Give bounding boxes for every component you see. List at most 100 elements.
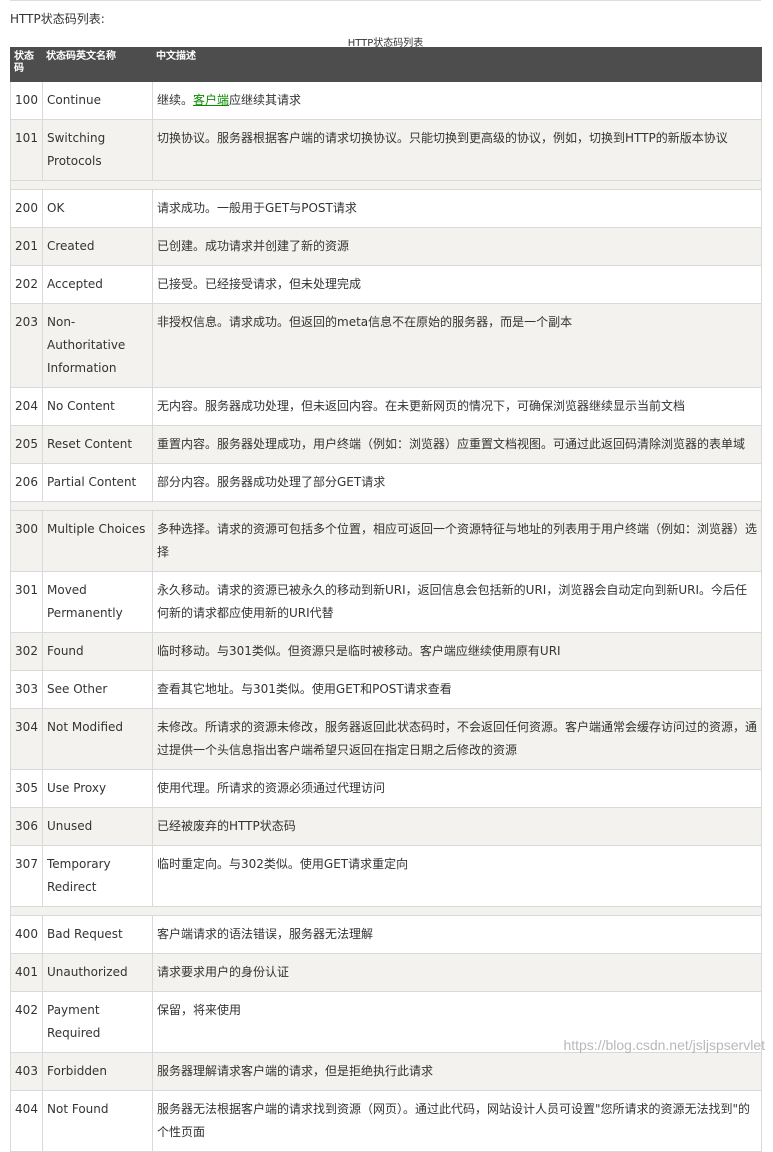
group-spacer <box>10 906 762 916</box>
group-spacer <box>10 180 762 190</box>
status-code: 306 <box>10 807 43 846</box>
table-row: 100 Continue 继续。客户端应继续其请求 <box>10 81 762 120</box>
status-desc: 多种选择。请求的资源可包括多个位置，相应可返回一个资源特征与地址的列表用于用户终… <box>152 510 762 572</box>
status-code: 401 <box>10 953 43 992</box>
status-desc: 切换协议。服务器根据客户端的请求切换协议。只能切换到更高级的协议，例如，切换到H… <box>152 119 762 181</box>
status-code: 304 <box>10 708 43 770</box>
table-row: 206 Partial Content 部分内容。服务器成功处理了部分GET请求 <box>10 463 762 502</box>
status-name: Use Proxy <box>42 769 153 808</box>
top-rule <box>10 0 761 3</box>
status-name: Bad Request <box>42 915 153 954</box>
table-row: 304 Not Modified 未修改。所请求的资源未修改，服务器返回此状态码… <box>10 708 762 770</box>
status-desc: 请求成功。一般用于GET与POST请求 <box>152 189 762 228</box>
header-name: 状态码英文名称 <box>42 47 153 82</box>
status-code: 301 <box>10 571 43 633</box>
table-row: 306 Unused 已经被废弃的HTTP状态码 <box>10 807 762 846</box>
table-row: 403 Forbidden 服务器理解请求客户端的请求，但是拒绝执行此请求 <box>10 1052 762 1091</box>
status-desc: 部分内容。服务器成功处理了部分GET请求 <box>152 463 762 502</box>
intro-text: HTTP状态码列表: <box>10 12 105 26</box>
status-code: 206 <box>10 463 43 502</box>
status-name: Unauthorized <box>42 953 153 992</box>
table-row: 307 Temporary Redirect 临时重定向。与302类似。使用GE… <box>10 845 762 907</box>
status-desc: 重置内容。服务器处理成功，用户终端（例如：浏览器）应重置文档视图。可通过此返回码… <box>152 425 762 464</box>
table-row: 400 Bad Request 客户端请求的语法错误，服务器无法理解 <box>10 915 762 954</box>
header-code: 状态码 <box>10 47 43 82</box>
status-desc: 临时移动。与301类似。但资源只是临时被移动。客户端应继续使用原有URI <box>152 632 762 671</box>
status-name: Payment Required <box>42 991 153 1053</box>
status-code: 200 <box>10 189 43 228</box>
status-name: OK <box>42 189 153 228</box>
header-desc: 中文描述 <box>152 47 762 82</box>
table-row: 301 Moved Permanently 永久移动。请求的资源已被永久的移动到… <box>10 571 762 633</box>
status-desc: 已接受。已经接受请求，但未处理完成 <box>152 265 762 304</box>
status-desc: 永久移动。请求的资源已被永久的移动到新URI，返回信息会包括新的URI，浏览器会… <box>152 571 762 633</box>
status-name: Partial Content <box>42 463 153 502</box>
status-code: 302 <box>10 632 43 671</box>
table-row: 404 Not Found 服务器无法根据客户端的请求找到资源（网页）。通过此代… <box>10 1090 762 1152</box>
status-name: Accepted <box>42 265 153 304</box>
http-status-table: 状态码 状态码英文名称 中文描述 100 Continue 继续。客户端应继续其… <box>10 47 762 1152</box>
table-row: 203 Non-Authoritative Information 非授权信息。… <box>10 303 762 388</box>
table-row: 305 Use Proxy 使用代理。所请求的资源必须通过代理访问 <box>10 769 762 808</box>
status-code: 404 <box>10 1090 43 1152</box>
status-code: 305 <box>10 769 43 808</box>
watermark: https://blog.csdn.net/jsljspservlet <box>563 1037 765 1053</box>
table-row: 401 Unauthorized 请求要求用户的身份认证 <box>10 953 762 992</box>
status-desc: 服务器无法根据客户端的请求找到资源（网页）。通过此代码，网站设计人员可设置"您所… <box>152 1090 762 1152</box>
desc-suffix: 应继续其请求 <box>229 93 302 107</box>
status-code: 203 <box>10 303 43 388</box>
status-name: Forbidden <box>42 1052 153 1091</box>
group-spacer <box>10 501 762 511</box>
status-desc: 非授权信息。请求成功。但返回的meta信息不在原始的服务器，而是一个副本 <box>152 303 762 388</box>
status-name: Unused <box>42 807 153 846</box>
status-desc: 客户端请求的语法错误，服务器无法理解 <box>152 915 762 954</box>
status-code: 205 <box>10 425 43 464</box>
status-name: See Other <box>42 670 153 709</box>
status-code: 204 <box>10 387 43 426</box>
status-desc: 已经被废弃的HTTP状态码 <box>152 807 762 846</box>
status-code: 100 <box>10 81 43 120</box>
status-desc: 使用代理。所请求的资源必须通过代理访问 <box>152 769 762 808</box>
table-row: 302 Found 临时移动。与301类似。但资源只是临时被移动。客户端应继续使… <box>10 632 762 671</box>
status-code: 101 <box>10 119 43 181</box>
status-code: 402 <box>10 991 43 1053</box>
status-name: Continue <box>42 81 153 120</box>
status-desc: 无内容。服务器成功处理，但未返回内容。在未更新网页的情况下，可确保浏览器继续显示… <box>152 387 762 426</box>
status-desc: 临时重定向。与302类似。使用GET请求重定向 <box>152 845 762 907</box>
table-row: 205 Reset Content 重置内容。服务器处理成功，用户终端（例如：浏… <box>10 425 762 464</box>
status-name: Switching Protocols <box>42 119 153 181</box>
status-name: No Content <box>42 387 153 426</box>
status-code: 307 <box>10 845 43 907</box>
table-row: 200 OK 请求成功。一般用于GET与POST请求 <box>10 189 762 228</box>
desc-prefix: 继续。 <box>157 93 194 107</box>
status-name: Multiple Choices <box>42 510 153 572</box>
status-code: 303 <box>10 670 43 709</box>
table-header-row: 状态码 状态码英文名称 中文描述 <box>10 47 762 82</box>
status-name: Created <box>42 227 153 266</box>
status-code: 300 <box>10 510 43 572</box>
status-desc: 请求要求用户的身份认证 <box>152 953 762 992</box>
status-name: Non-Authoritative Information <box>42 303 153 388</box>
status-name: Not Found <box>42 1090 153 1152</box>
status-name: Temporary Redirect <box>42 845 153 907</box>
status-name: Moved Permanently <box>42 571 153 633</box>
status-name: Found <box>42 632 153 671</box>
table-row: 303 See Other 查看其它地址。与301类似。使用GET和POST请求… <box>10 670 762 709</box>
table-row: 300 Multiple Choices 多种选择。请求的资源可包括多个位置，相… <box>10 510 762 572</box>
status-name: Not Modified <box>42 708 153 770</box>
client-link[interactable]: 客户端 <box>193 93 229 107</box>
table-row: 101 Switching Protocols 切换协议。服务器根据客户端的请求… <box>10 119 762 181</box>
status-desc: 已创建。成功请求并创建了新的资源 <box>152 227 762 266</box>
table-row: 202 Accepted 已接受。已经接受请求，但未处理完成 <box>10 265 762 304</box>
status-code: 400 <box>10 915 43 954</box>
status-code: 403 <box>10 1052 43 1091</box>
table-row: 204 No Content 无内容。服务器成功处理，但未返回内容。在未更新网页… <box>10 387 762 426</box>
status-code: 201 <box>10 227 43 266</box>
status-name: Reset Content <box>42 425 153 464</box>
status-code: 202 <box>10 265 43 304</box>
status-desc: 继续。客户端应继续其请求 <box>152 81 762 120</box>
status-desc: 未修改。所请求的资源未修改，服务器返回此状态码时，不会返回任何资源。客户端通常会… <box>152 708 762 770</box>
table-row: 201 Created 已创建。成功请求并创建了新的资源 <box>10 227 762 266</box>
status-desc: 查看其它地址。与301类似。使用GET和POST请求查看 <box>152 670 762 709</box>
status-desc: 服务器理解请求客户端的请求，但是拒绝执行此请求 <box>152 1052 762 1091</box>
